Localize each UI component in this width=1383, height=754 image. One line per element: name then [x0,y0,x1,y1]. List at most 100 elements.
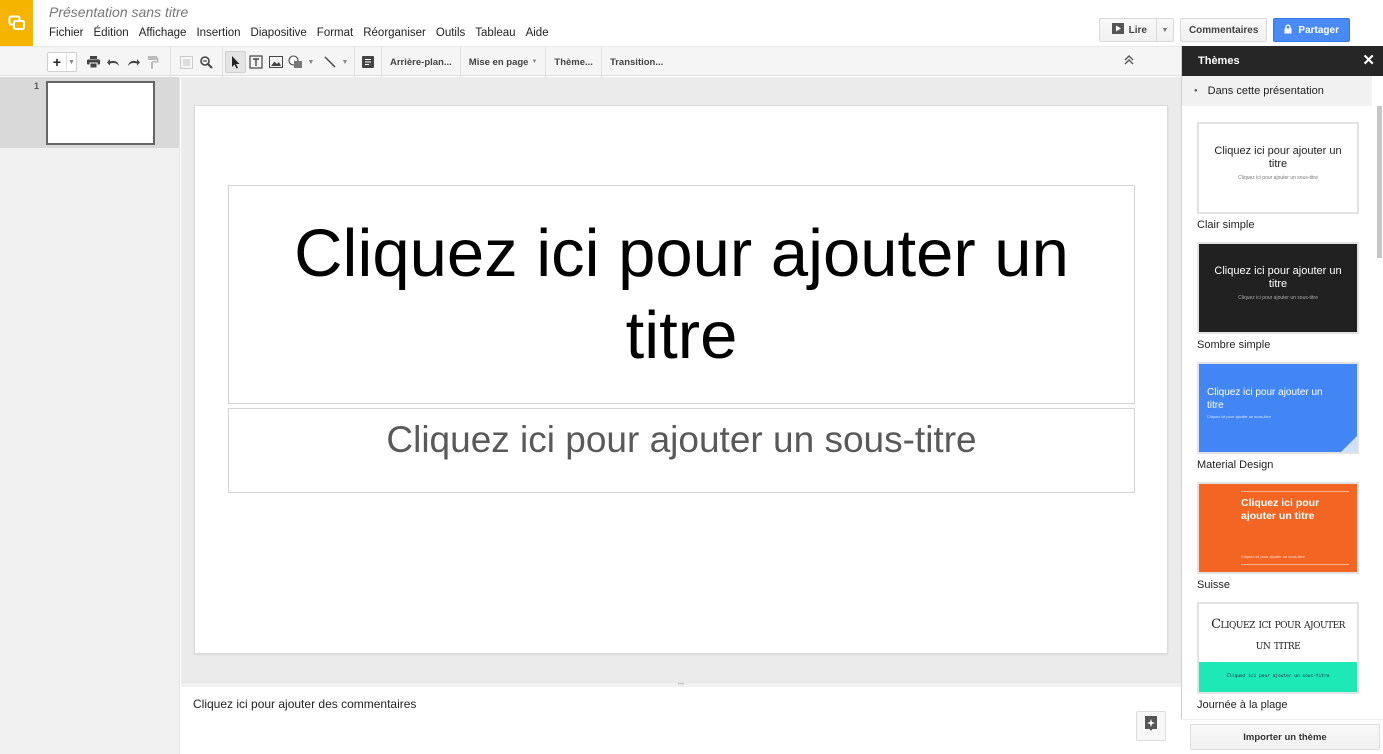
bullet-icon: ● [1194,88,1198,94]
slides-logo-icon[interactable] [0,0,33,46]
page-curl-decoration [1341,436,1357,452]
theme-name: Material Design [1197,459,1274,471]
toolbar-view-group [176,50,216,74]
theme-rule-decoration [1241,564,1349,565]
explore-button[interactable] [1136,711,1166,741]
image-icon[interactable] [266,51,286,73]
theme-name: Journée à la plage [1197,699,1288,711]
fit-icon[interactable] [176,51,196,73]
close-icon[interactable]: ✕ [1362,53,1375,68]
text-box-icon[interactable] [246,51,266,73]
menu-aide[interactable]: Aide [521,25,554,41]
theme-preview-title: Cliquez ici pour ajouter un titre [1211,617,1345,653]
theme-thumbnail: Cliquez ici pour ajouter un titre Clique… [1197,122,1359,214]
play-icon [1111,23,1124,37]
background-button[interactable]: Arrière-plan... [382,47,460,77]
notes-input[interactable]: Cliquez ici pour ajouter des commentaire… [193,697,416,711]
new-slide-dropdown-icon[interactable]: ▼ [66,53,76,71]
layout-button[interactable]: Mise en page ▼ [459,47,546,77]
theme-name: Suisse [1197,579,1231,591]
theme-name: Clair simple [1197,219,1255,231]
print-icon[interactable] [83,51,103,73]
shape-dropdown-icon[interactable]: ▼ [306,51,316,73]
lock-icon [1284,23,1292,37]
themes-title: Thèmes [1198,55,1240,67]
filmstrip-slide[interactable]: 1 [0,77,179,148]
zoom-icon[interactable] [196,51,216,73]
layout-dropdown-icon: ▼ [531,59,538,65]
themes-scrollbar[interactable] [1377,106,1382,258]
header-actions: Lire ▼ Commentaires Partager [1098,18,1350,42]
select-cursor-icon[interactable] [225,51,246,73]
subtitle-placeholder[interactable]: Cliquez ici pour ajouter un sous-titre [228,408,1135,493]
import-theme-button[interactable]: Importer un thème [1190,724,1380,750]
redo-icon[interactable] [123,51,143,73]
themes-footer: Importer un thème [1181,719,1383,754]
theme-name: Sombre simple [1197,339,1271,351]
undo-icon[interactable] [103,51,123,73]
theme-preview-subtitle: Cliquez ici pour ajouter un sous-titre [1207,414,1271,419]
theme-button[interactable]: Thème... [545,47,601,77]
theme-rule-decoration [1241,491,1349,492]
theme-preview-subtitle: Cliquez ici pour ajouter un sous-titre [1238,295,1318,301]
slide-editor-canvas: Cliquez ici pour ajouter un titre Clique… [181,77,1181,682]
theme-thumbnail: Cliquez ici pour ajouter un titre Clique… [1197,482,1359,574]
menu-affichage[interactable]: Affichage [134,25,192,41]
speaker-notes: Cliquez ici pour ajouter des commentaire… [181,687,1181,754]
toolbar-edit-group: + ▼ [47,50,163,74]
theme-item-sombre-simple[interactable]: Cliquez ici pour ajouter un titre Clique… [1197,242,1359,351]
explore-icon [1144,715,1158,737]
share-button[interactable]: Partager [1273,18,1350,42]
comments-button[interactable]: Commentaires [1179,18,1268,42]
toolbar-divider [170,47,171,77]
document-title[interactable]: Présentation sans titre [49,4,188,20]
theme-preview-title: Cliquez ici pour ajouter un titre [1207,387,1323,411]
add-comment-icon[interactable] [358,51,378,73]
toolbar-divider [354,47,355,77]
toolbar: + ▼ ▼ ▼ Arrière-plan... Mise en page ▼ T… [0,46,1181,77]
line-icon[interactable] [320,51,340,73]
menu-insertion[interactable]: Insertion [191,25,245,41]
transition-button[interactable]: Transition... [600,47,671,77]
menu-diapositive[interactable]: Diapositive [246,25,312,41]
menu-fichier[interactable]: Fichier [44,25,89,41]
line-dropdown-icon[interactable]: ▼ [340,51,350,73]
themes-panel: Thèmes ✕ ● Dans cette présentation Cliqu… [1181,46,1383,754]
toolbar-divider [222,47,223,77]
shape-icon[interactable] [286,51,306,73]
theme-thumbnail: Cliquez ici pour ajouter un titre Clique… [1197,242,1359,334]
toolbar-comment-group [358,50,378,74]
menu-reorganiser[interactable]: Réorganiser [358,25,431,41]
slide-filmstrip: 1 [0,77,180,754]
menu-format[interactable]: Format [312,25,358,41]
app-header: Présentation sans titre Fichier Édition … [0,0,1383,46]
slide-thumbnail[interactable] [46,81,155,145]
present-dropdown-icon[interactable]: ▼ [1157,19,1173,41]
theme-preview-subtitle: Cliquez ici pour ajouter un sous-titre [1241,554,1305,559]
theme-item-clair-simple[interactable]: Cliquez ici pour ajouter un titre Clique… [1197,122,1359,231]
paint-format-icon[interactable] [143,51,163,73]
slide[interactable]: Cliquez ici pour ajouter un titre Clique… [194,105,1168,654]
menu-edition[interactable]: Édition [89,25,134,41]
theme-thumbnail: Cliquez ici pour ajouter un titre Clique… [1197,602,1359,694]
themes-section-header[interactable]: ● Dans cette présentation [1182,76,1372,106]
present-button[interactable]: Lire [1100,19,1157,41]
present-label: Lire [1128,24,1147,36]
theme-preview-title: Cliquez ici pour ajouter un titre [1214,145,1342,170]
collapse-toolbar-icon[interactable] [1124,54,1134,68]
theme-item-material-design[interactable]: Cliquez ici pour ajouter un titre Clique… [1197,362,1359,471]
theme-preview-title: Cliquez ici pour ajouter un titre [1214,265,1342,290]
menu-bar: Fichier Édition Affichage Insertion Diap… [44,25,554,41]
theme-preview-title: Cliquez ici pour ajouter un titre [1241,497,1320,522]
toolbar-insert-group: ▼ ▼ [225,50,350,74]
title-placeholder[interactable]: Cliquez ici pour ajouter un titre [228,185,1135,404]
themes-section-label: Dans cette présentation [1207,85,1324,97]
themes-header: Thèmes ✕ [1182,46,1383,76]
menu-outils[interactable]: Outils [431,25,470,41]
theme-item-suisse[interactable]: Cliquez ici pour ajouter un titre Clique… [1197,482,1359,591]
theme-item-journee-a-la-plage[interactable]: Cliquez ici pour ajouter un titre Clique… [1197,602,1359,711]
theme-preview-subtitle: Cliquez ici pour ajouter un sous-titre [1226,674,1330,679]
menu-tableau[interactable]: Tableau [470,25,520,41]
share-label: Partager [1298,24,1339,36]
new-slide-button[interactable]: + ▼ [47,52,77,72]
